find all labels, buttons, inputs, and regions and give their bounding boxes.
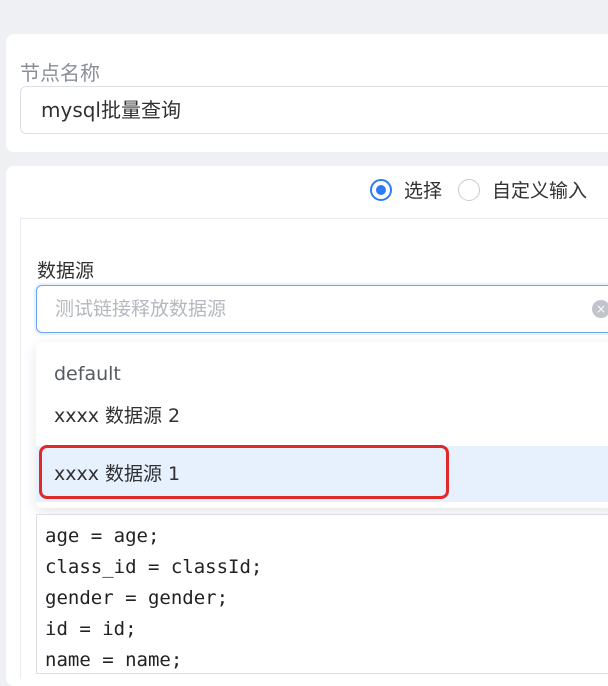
code-line: age = age;	[45, 525, 160, 547]
datasource-select[interactable]: 测试链接释放数据源	[36, 285, 608, 333]
radio-unchecked-icon[interactable]	[458, 178, 481, 201]
dropdown-option-default[interactable]: default	[36, 356, 608, 392]
dropdown-option-datasource-1[interactable]: xxxx 数据源 1	[36, 446, 608, 502]
datasource-label: 数据源	[37, 260, 95, 282]
code-line: class_id = classId;	[45, 556, 263, 578]
datasource-dropdown: default xxxx 数据源 2 xxxx 数据源 1	[36, 342, 608, 508]
mode-radio-group: 选择 自定义输入	[370, 176, 603, 203]
radio-select[interactable]: 选择	[370, 176, 442, 203]
radio-custom-input[interactable]: 自定义输入	[458, 176, 587, 203]
dropdown-option-datasource-2[interactable]: xxxx 数据源 2	[36, 398, 608, 434]
code-line: id = id;	[45, 618, 137, 640]
clear-icon[interactable]: ×	[592, 300, 608, 318]
radio-select-label: 选择	[404, 180, 443, 202]
node-name-label: 节点名称	[20, 61, 100, 85]
node-name-input[interactable]: mysql批量查询	[20, 86, 608, 134]
radio-checked-icon[interactable]	[370, 178, 392, 201]
code-line: name = name;	[45, 649, 183, 671]
radio-custom-input-label: 自定义输入	[492, 180, 588, 202]
sql-code-editor[interactable]: age = age; class_id = classId; gender = …	[36, 514, 608, 674]
code-line: gender = gender;	[45, 587, 229, 609]
